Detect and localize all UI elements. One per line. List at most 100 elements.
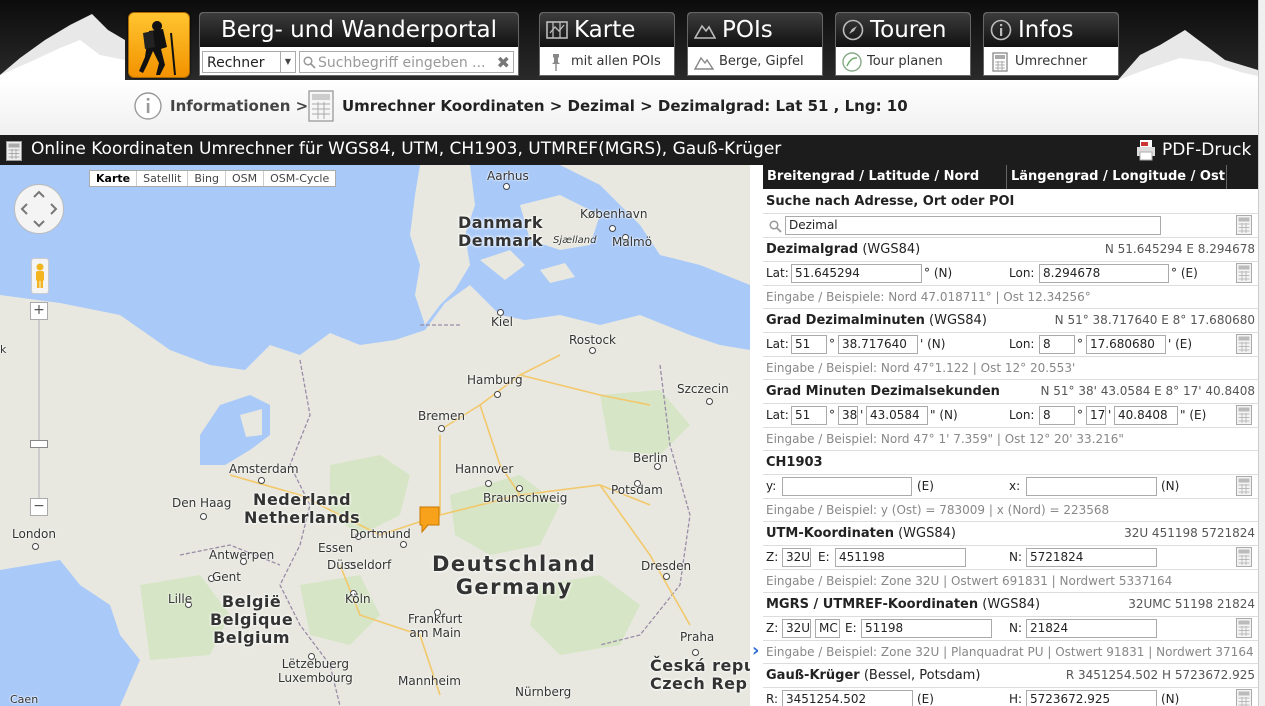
tab-touren-sub: Tour planen: [867, 54, 943, 69]
address-search-input[interactable]: Dezimal: [785, 216, 1161, 235]
calculator-icon[interactable]: [1236, 689, 1252, 706]
hiker-logo[interactable]: [128, 12, 190, 78]
gdm-result: N 51° 38.717640 E 8° 17.680680: [1054, 313, 1255, 327]
map-country-danmark: Danmark Denmark: [458, 213, 544, 250]
ch-y-unit: (E): [917, 479, 934, 493]
calculator-icon[interactable]: [1236, 547, 1252, 567]
map-label-amsterdam: Amsterdam: [229, 462, 299, 476]
dms-lon-sec-input[interactable]: 40.8408: [1114, 406, 1178, 425]
map-type-satellit[interactable]: Satellit: [137, 171, 189, 186]
calculator-icon[interactable]: [1236, 405, 1252, 425]
ch1903-row: y: (E) x: (N): [763, 475, 1258, 499]
page-title: Online Koordinaten Umrechner für WGS84, …: [31, 139, 782, 159]
dms-lat-sec-input[interactable]: 43.0584: [866, 406, 928, 425]
gk-row: R: 3451254.502 (E) H: 5723672.925 (N): [763, 688, 1258, 706]
pan-control[interactable]: [14, 184, 64, 234]
ch1903-title: CH1903: [766, 455, 823, 470]
zoom-in-button[interactable]: +: [30, 302, 48, 320]
map-type-selector: Karte Satellit Bing OSM OSM-Cycle: [89, 170, 337, 187]
utm-datum: (WGS84): [898, 526, 956, 541]
gdm-lat-deg-input[interactable]: 51: [791, 335, 827, 354]
utm-e-input[interactable]: 451198: [835, 548, 966, 567]
utm-n-input[interactable]: 5721824: [1026, 548, 1157, 567]
map-label-london: London: [12, 527, 56, 541]
category-select[interactable]: Rechner ▼: [202, 51, 296, 73]
tab-karte[interactable]: Karte mit allen POIs: [539, 12, 675, 76]
map-type-osm-cycle[interactable]: OSM-Cycle: [264, 171, 335, 186]
map-icon: [546, 21, 568, 39]
decimal-degree-hint: Eingabe / Beispiele: Nord 47.018711° | O…: [763, 286, 1258, 309]
breadcrumb-root[interactable]: Informationen >: [170, 97, 308, 115]
map-country-nederland: Nederland Netherlands: [244, 490, 361, 527]
gk-r-input[interactable]: 3451254.502: [782, 690, 913, 706]
mgrs-square-input[interactable]: MC: [815, 619, 840, 638]
dms-lon-deg-input[interactable]: 8: [1039, 406, 1075, 425]
mgrs-hint: Eingabe / Beispiel: Zone 32U | Planquadr…: [763, 641, 1258, 664]
decimal-lat-input[interactable]: 51.645294: [791, 264, 922, 283]
mgrs-e-input[interactable]: 51198: [861, 619, 992, 638]
gdm-lon-deg-input[interactable]: 8: [1039, 335, 1075, 354]
streetview-pegman-icon[interactable]: [31, 258, 49, 294]
chevron-right-icon[interactable]: ›: [752, 640, 759, 661]
dms-result: N 51° 38' 43.0584 E 8° 17' 40.8408: [1040, 384, 1255, 398]
clear-icon[interactable]: ✖: [497, 52, 510, 72]
dms-lat-min-input[interactable]: 38: [838, 406, 858, 425]
mgrs-n-input[interactable]: 21824: [1026, 619, 1157, 638]
map-label-bremen: Bremen: [418, 409, 465, 423]
decimal-degree-datum: (WGS84): [862, 242, 921, 257]
map-type-osm[interactable]: OSM: [226, 171, 265, 186]
city-dot: [663, 573, 670, 580]
tab-touren[interactable]: Touren Tour planen: [835, 12, 971, 76]
city-dot: [400, 541, 407, 548]
calculator-icon[interactable]: [1236, 263, 1252, 283]
search-placeholder: Suchbegriff eingeben ...: [318, 55, 486, 71]
peak-icon: [694, 56, 714, 70]
gdm-lat-min-input[interactable]: 38.717640: [838, 335, 918, 354]
map-label-szczecin: Szczecin: [677, 382, 729, 396]
map-type-bing[interactable]: Bing: [188, 171, 226, 186]
gdm-lon-min-input[interactable]: 17.680680: [1086, 335, 1166, 354]
info-icon: [134, 92, 162, 120]
ch-y-label: y:: [766, 479, 777, 493]
city-dot: [258, 477, 265, 484]
map-label-braunschweig: Braunschweig: [483, 491, 568, 505]
tab-pois[interactable]: POIs Berge, Gipfel: [687, 12, 823, 76]
ch-x-input[interactable]: [1026, 477, 1157, 496]
utm-zone-input[interactable]: 32U: [782, 548, 811, 567]
dms-lon-min-input[interactable]: 17: [1086, 406, 1106, 425]
gk-h-input[interactable]: 5723672.925: [1026, 690, 1157, 706]
pdf-print-button[interactable]: PDF-Druck: [1136, 139, 1251, 161]
zoom-slider-handle[interactable]: [30, 440, 48, 448]
gdm-row: Lat: 51 ° 38.717640 ' (N) Lon: 8 ° 17.68…: [763, 333, 1258, 357]
lon-label: Lon:: [1009, 337, 1035, 351]
map-label-sjaelland: Sjælland: [553, 235, 597, 246]
chevron-down-icon[interactable]: ▼: [280, 52, 295, 72]
page-scrollbar[interactable]: [1258, 0, 1265, 706]
ch-y-input[interactable]: [782, 477, 912, 496]
portal-title[interactable]: Berg- und Wanderportal: [200, 13, 518, 47]
calculator-icon[interactable]: [1236, 334, 1252, 354]
dms-lat-deg-input[interactable]: 51: [791, 406, 827, 425]
mgrs-zone-input[interactable]: 32U: [782, 619, 811, 638]
tab-karte-sub: mit allen POIs: [571, 54, 661, 69]
gdm-lon-unit: ' (E): [1168, 337, 1193, 351]
calculator-icon[interactable]: [1236, 476, 1252, 496]
map-view[interactable]: Karte Satellit Bing OSM OSM-Cycle + − Aa…: [0, 165, 750, 706]
lat-label: Lat:: [766, 337, 789, 351]
mountain-icon: [694, 24, 716, 39]
latitude-header: Breitengrad / Latitude / Nord: [763, 165, 1007, 189]
tab-infos[interactable]: Infos Umrechner: [983, 12, 1119, 76]
map-label-denhaag: Den Haag: [172, 496, 232, 510]
zoom-out-button[interactable]: −: [30, 498, 48, 516]
map-country-cesko: Česká repu Czech Rep: [650, 656, 750, 693]
map-type-karte[interactable]: Karte: [90, 171, 138, 186]
search-input[interactable]: Suchbegriff eingeben ... ✖: [299, 51, 514, 73]
decimal-lon-input[interactable]: 8.294678: [1039, 264, 1169, 283]
calculator-icon[interactable]: [1236, 618, 1252, 638]
location-marker-icon[interactable]: [418, 505, 441, 535]
calculator-icon[interactable]: [1236, 215, 1252, 235]
city-dot: [706, 398, 713, 405]
gdm-lat-unit: ' (N): [920, 337, 946, 351]
map-label-aarhus: Aarhus: [487, 169, 529, 183]
portal-tab: Berg- und Wanderportal Rechner ▼ Suchbeg…: [199, 12, 519, 76]
